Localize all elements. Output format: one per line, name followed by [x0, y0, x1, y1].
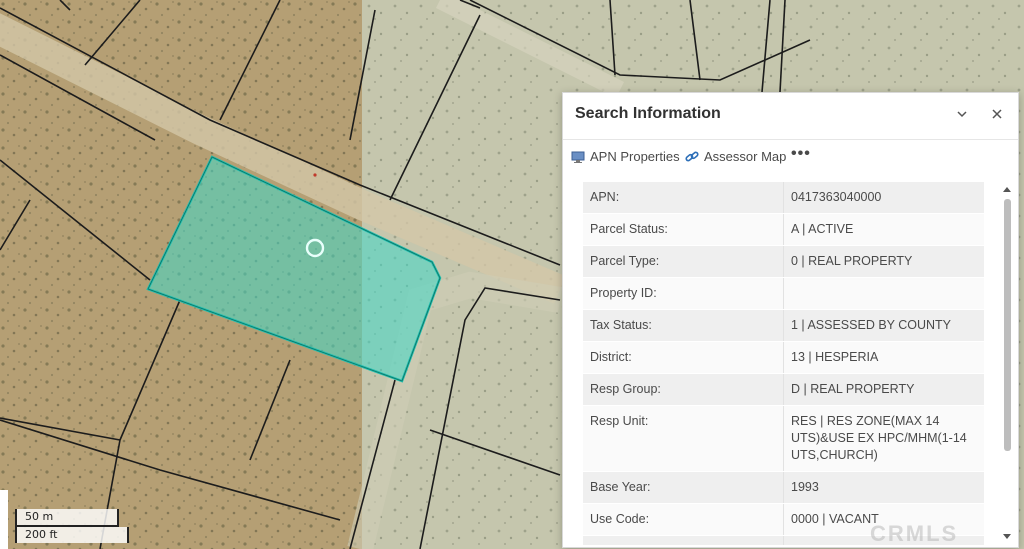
- attribute-table: APN: 0417363040000 Parcel Status: A | ACTIV…: [583, 182, 984, 545]
- table-row: Resp Unit: RES | RES ZONE(MAX 14 UTS)&USE…: [583, 405, 984, 472]
- field-value: A | ACTIVE: [783, 213, 984, 246]
- map-edge: [0, 490, 8, 549]
- watermark: CRMLS: [870, 521, 959, 546]
- scroll-up-icon[interactable]: [1003, 187, 1011, 192]
- field-label: Resp Unit:: [583, 405, 784, 472]
- scroll-down-icon[interactable]: [1003, 534, 1011, 539]
- field-label: District:: [583, 341, 784, 374]
- field-value: 0 | REAL PROPERTY: [783, 245, 984, 278]
- field-value: 13 | HESPERIA: [783, 341, 984, 374]
- apn-properties-button[interactable]: APN Properties: [571, 149, 680, 164]
- chevron-down-icon[interactable]: [951, 105, 973, 127]
- scroll-thumb[interactable]: [1004, 199, 1011, 451]
- field-value: 0417363040000: [783, 182, 984, 214]
- field-label: Use Code:: [583, 503, 784, 536]
- scale-imperial: 200 ft: [15, 527, 129, 543]
- field-value: [783, 277, 984, 310]
- field-label: Resp Group:: [583, 373, 784, 406]
- table-row: Resp Group: D | REAL PROPERTY: [583, 373, 984, 406]
- field-value: D | REAL PROPERTY: [783, 373, 984, 406]
- field-value: 1993: [783, 471, 984, 504]
- table-row: Parcel Type: 0 | REAL PROPERTY: [583, 245, 984, 278]
- table-row: Parcel Status: A | ACTIVE: [583, 213, 984, 246]
- table-row: Base Year: 1993: [583, 471, 984, 504]
- link-icon: [685, 150, 699, 164]
- more-options-icon[interactable]: •••: [791, 145, 811, 163]
- field-value: 1 | ASSESSED BY COUNTY: [783, 309, 984, 342]
- search-information-panel: Search Information APN Properties Assess…: [562, 92, 1019, 548]
- close-icon[interactable]: [986, 105, 1008, 127]
- monitor-icon: [571, 150, 585, 164]
- panel-title: Search Information: [575, 105, 721, 122]
- table-row: Tax Status: 1 | ASSESSED BY COUNTY: [583, 309, 984, 342]
- field-label: Tax Status:: [583, 309, 784, 342]
- field-label: Base Year:: [583, 471, 784, 504]
- table-row: District: 13 | HESPERIA: [583, 341, 984, 374]
- field-label: Parcel Type:: [583, 245, 784, 278]
- table-row: Property ID:: [583, 277, 984, 310]
- panel-header: Search Information: [563, 93, 1018, 140]
- scale-bar: 50 m 200 ft: [15, 509, 129, 543]
- table-row: APN: 0417363040000: [583, 182, 984, 214]
- field-label: Property ID:: [583, 277, 784, 310]
- scrollbar[interactable]: [1003, 187, 1013, 539]
- scale-metric: 50 m: [15, 509, 119, 527]
- apn-properties-label: APN Properties: [590, 149, 680, 164]
- field-label: Land Access:: [583, 535, 784, 545]
- field-value: RES | RES ZONE(MAX 14 UTS)&USE EX HPC/MH…: [783, 405, 984, 472]
- assessor-map-label: Assessor Map: [704, 149, 787, 164]
- panel-toolbar: APN Properties Assessor Map •••: [563, 139, 1018, 177]
- assessor-map-button[interactable]: Assessor Map: [685, 149, 786, 164]
- field-label: APN:: [583, 182, 784, 214]
- field-label: Parcel Status:: [583, 213, 784, 246]
